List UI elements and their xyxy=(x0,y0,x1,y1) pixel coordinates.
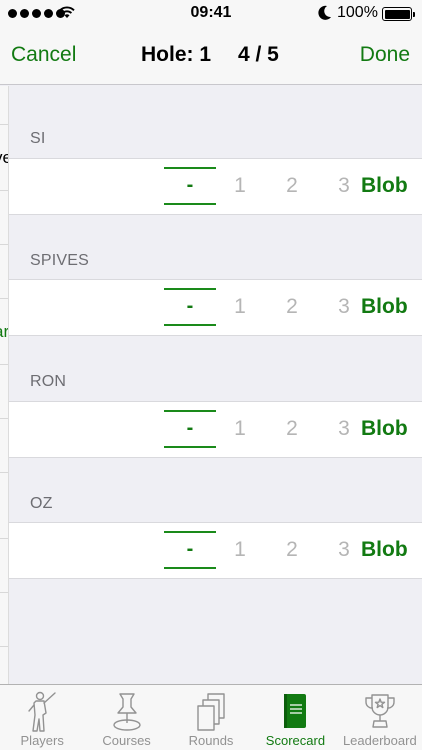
blob-button[interactable]: Blob xyxy=(361,417,408,441)
done-button[interactable]: Done xyxy=(360,43,410,67)
player-score-row: - 1 2 3 Blob xyxy=(9,401,422,458)
tab-bar: Players Courses Rounds Scorecard Leaderb… xyxy=(0,684,422,750)
score-input[interactable]: - xyxy=(164,288,216,326)
score-option-1[interactable]: 1 xyxy=(230,417,250,441)
tab-courses[interactable]: Courses xyxy=(84,685,168,750)
tab-leaderboard[interactable]: Leaderboard xyxy=(338,685,422,750)
tab-label: Courses xyxy=(102,733,151,748)
score-entry-sheet: SI - 1 2 3 Blob SPIVES - 1 2 3 Blob RON … xyxy=(9,86,422,684)
score-input[interactable]: - xyxy=(164,531,216,569)
score-option-2[interactable]: 2 xyxy=(282,538,302,562)
score-option-1[interactable]: 1 xyxy=(230,174,250,198)
pin-icon xyxy=(112,693,141,731)
trophy-icon xyxy=(365,694,395,728)
do-not-disturb-moon-icon xyxy=(318,5,331,20)
tab-label: Rounds xyxy=(188,733,234,748)
blob-button[interactable]: Blob xyxy=(361,174,408,198)
score-option-2[interactable]: 2 xyxy=(282,417,302,441)
score-option-3[interactable]: 3 xyxy=(334,295,354,319)
golfer-icon xyxy=(28,691,56,732)
player-score-row: - 1 2 3 Blob xyxy=(9,522,422,579)
cancel-button[interactable]: Cancel xyxy=(11,43,76,67)
score-option-2[interactable]: 2 xyxy=(282,174,302,198)
score-option-2[interactable]: 2 xyxy=(282,295,302,319)
score-option-3[interactable]: 3 xyxy=(334,538,354,562)
score-option-1[interactable]: 1 xyxy=(230,538,250,562)
player-section-header: SPIVES xyxy=(30,252,90,269)
battery-icon xyxy=(382,7,415,21)
tab-label: Leaderboard xyxy=(342,733,417,748)
blob-button[interactable]: Blob xyxy=(361,538,408,562)
tab-label: Players xyxy=(20,733,64,748)
blob-button[interactable]: Blob xyxy=(361,295,408,319)
player-section-header: OZ xyxy=(30,495,53,512)
player-score-row: - 1 2 3 Blob xyxy=(9,279,422,336)
tab-label: Scorecard xyxy=(265,733,326,748)
background-text-fragment: ar xyxy=(0,322,9,341)
player-section-header: SI xyxy=(30,130,46,147)
status-bar: 09:41 100% xyxy=(0,0,422,28)
hole-title: Hole: 1 xyxy=(141,43,212,66)
score-option-1[interactable]: 1 xyxy=(230,295,250,319)
battery-percentage: 100% xyxy=(337,4,378,21)
tab-rounds[interactable]: Rounds xyxy=(169,685,253,750)
score-option-3[interactable]: 3 xyxy=(334,174,354,198)
tab-players[interactable]: Players xyxy=(0,685,84,750)
background-panel-edge: ve ar xyxy=(0,86,9,684)
cards-icon xyxy=(197,693,225,731)
background-text-fragment: ve xyxy=(0,148,8,168)
tab-scorecard[interactable]: Scorecard xyxy=(253,685,337,750)
navigation-bar: Cancel Hole: 1 4 / 5 Done xyxy=(0,28,422,85)
score-input[interactable]: - xyxy=(164,167,216,205)
scorecard-icon xyxy=(284,694,307,728)
player-section-header: RON xyxy=(30,373,67,390)
player-counter: 4 / 5 xyxy=(238,43,279,66)
player-score-row: - 1 2 3 Blob xyxy=(9,158,422,215)
score-input[interactable]: - xyxy=(164,410,216,448)
score-option-3[interactable]: 3 xyxy=(334,417,354,441)
